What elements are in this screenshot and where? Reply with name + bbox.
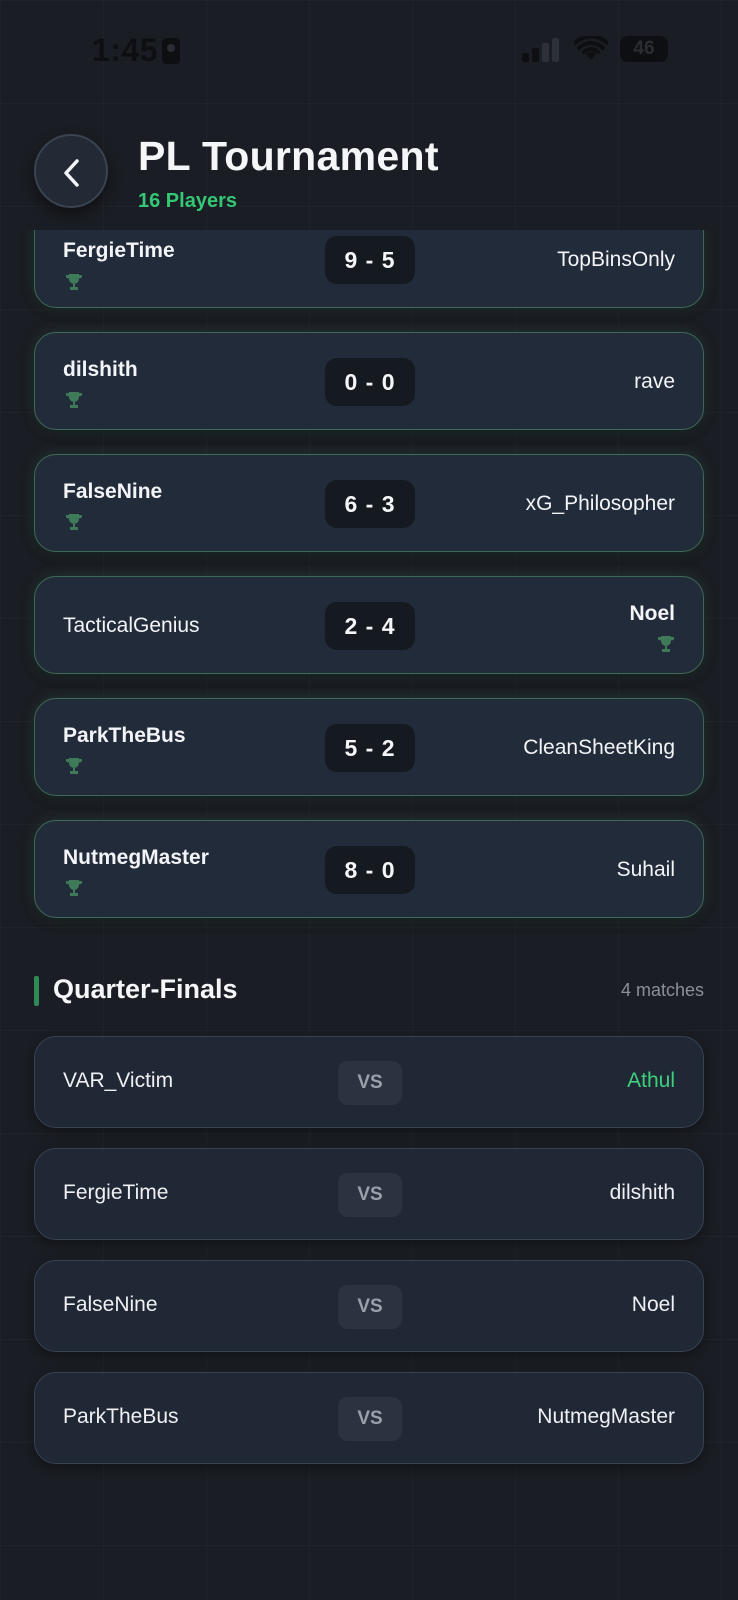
trophy-icon [66,274,82,290]
trophy-icon [66,392,82,408]
match-card[interactable]: NutmegMaster 8 - 0 Suhail [34,820,704,918]
home-player: FalseNine [63,1293,158,1316]
vs-badge: VS [338,1061,402,1105]
home-player: FergieTime [63,1181,169,1204]
trophy-icon [66,514,82,530]
player-count: 16 Players [138,190,237,212]
match-card[interactable]: ParkTheBus 5 - 2 CleanSheetKing [34,698,704,796]
vs-badge: VS [338,1173,402,1217]
match-score: 8 - 0 [325,846,415,894]
battery-icon: 46 [620,36,668,62]
away-player: Noel [631,1293,675,1316]
battery-level: 46 [633,38,655,59]
section-header-quarter-finals: Quarter-Finals 4 matches [34,972,704,1012]
section-match-count: 4 matches [620,980,704,1000]
home-player: FergieTime [63,239,175,262]
match-score: 0 - 0 [325,358,415,406]
quarter-final-card[interactable]: VAR_Victim VS Athul [34,1036,704,1128]
away-player: Suhail [616,858,675,881]
match-score: 9 - 5 [325,236,415,284]
away-player: dilshith [609,1181,675,1204]
status-time: 1:45 [92,32,159,68]
section-accent-bar [34,976,39,1006]
screen: 1:45 46 PL Tournament 16 Players FergieT… [0,0,738,1600]
quarter-final-card[interactable]: FergieTime VS dilshith [34,1148,704,1240]
vs-badge: VS [338,1285,402,1329]
chevron-left-icon [64,159,79,187]
quarter-final-card[interactable]: ParkTheBus VS NutmegMaster [34,1372,704,1464]
wifi-icon [574,36,608,60]
home-player: FalseNine [63,480,163,503]
home-player: ParkTheBus [63,724,186,747]
home-player: TacticalGenius [63,614,200,637]
quarter-final-card[interactable]: FalseNine VS Noel [34,1260,704,1352]
match-card[interactable]: dilshith 0 - 0 rave [34,332,704,430]
cellular-signal-icon [522,38,562,62]
trophy-icon [66,880,82,896]
away-player: Athul [627,1069,675,1092]
status-bar: 1:45 46 [0,0,738,100]
trophy-icon [66,758,82,774]
match-card[interactable]: FalseNine 6 - 3 xG_Philosopher [34,454,704,552]
section-title: Quarter-Finals [53,974,238,1004]
home-player: ParkTheBus [63,1405,179,1428]
away-player: xG_Philosopher [525,492,675,515]
contact-card-icon [162,38,180,64]
away-player: rave [634,370,675,393]
match-score: 2 - 4 [325,602,415,650]
away-player: Noel [629,602,675,625]
home-player: NutmegMaster [63,846,209,869]
away-player: TopBinsOnly [557,248,675,271]
match-score: 5 - 2 [325,724,415,772]
match-card[interactable]: FergieTime 9 - 5 TopBinsOnly [34,230,704,308]
away-player: CleanSheetKing [523,736,675,759]
back-button[interactable] [34,134,108,208]
home-player: dilshith [63,358,138,381]
bracket-list[interactable]: FergieTime 9 - 5 TopBinsOnly dilshith 0 … [0,230,738,1600]
trophy-icon [658,636,674,652]
away-player: NutmegMaster [537,1405,675,1428]
page-title: PL Tournament [138,133,439,179]
vs-badge: VS [338,1397,402,1441]
match-card[interactable]: TacticalGenius 2 - 4 Noel [34,576,704,674]
match-score: 6 - 3 [325,480,415,528]
home-player: VAR_Victim [63,1069,174,1092]
